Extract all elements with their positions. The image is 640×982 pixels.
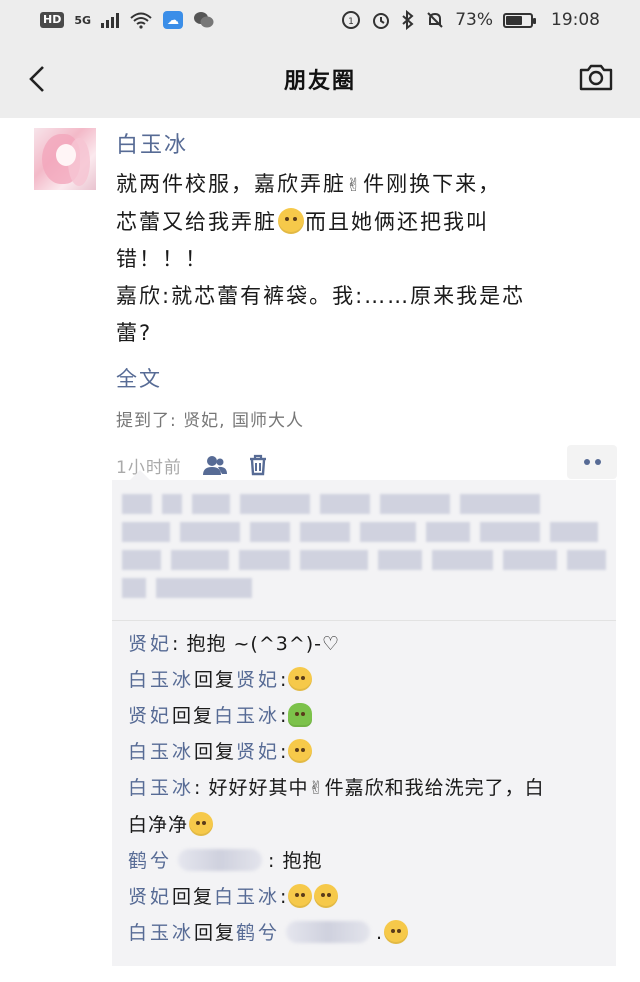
battery-level — [506, 15, 522, 25]
visibility-people-icon[interactable] — [202, 454, 228, 476]
hand-emoji-icon: ✌ — [308, 778, 325, 799]
post-body: 白玉冰 就两件校服，嘉欣弄脏✌件刚换下来， 芯蕾又给我弄脏 而且她俩还把我叫 错！… — [116, 118, 617, 482]
comment-text: 抱抱 ~(^3^)-♡ — [186, 633, 341, 655]
status-right: 1 73% 19:08 — [341, 10, 600, 30]
status-left: HD 5G ☁ — [40, 11, 215, 29]
reply-label: 回复 — [194, 922, 237, 944]
reply-label: 回复 — [194, 741, 237, 763]
comment-sep: : — [280, 669, 288, 691]
comment-item[interactable]: 白玉冰: 好好好其中✌件嘉欣和我给洗完了，白白净净 — [128, 770, 608, 843]
battery-icon — [503, 12, 536, 28]
commenter-name[interactable]: 白玉冰 — [128, 741, 194, 763]
trash-icon[interactable] — [248, 454, 268, 476]
mentioned-users: 提到了: 贤妃, 国师大人 — [116, 411, 304, 431]
sad-emoji-icon — [288, 739, 313, 763]
reply-to-name[interactable]: 白玉冰 — [214, 886, 280, 908]
bluetooth-icon — [402, 10, 414, 30]
comment-item[interactable]: 贤妃: 抱抱 ~(^3^)-♡ — [128, 626, 608, 662]
content-line: 就两件校服，嘉欣弄脏✌件刚换下来， — [116, 166, 616, 204]
likes-list-blurred — [122, 486, 606, 612]
commenter-name[interactable]: 鹤兮 — [128, 850, 172, 872]
smile-emoji-icon — [288, 667, 313, 691]
full-text-link[interactable]: 全文 — [116, 364, 616, 394]
wifi-icon — [130, 12, 152, 29]
comment-item[interactable]: 白玉冰回复鹤兮. — [128, 915, 608, 951]
wechat-icon — [194, 12, 214, 28]
avatar[interactable] — [34, 128, 96, 190]
commenter-name[interactable]: 白玉冰 — [128, 922, 194, 944]
content-line: 芯蕾又给我弄脏 而且她俩还把我叫 — [116, 204, 616, 241]
comment-text: 件嘉欣和我给洗完了，白 — [324, 777, 545, 799]
blurred-name — [178, 849, 263, 871]
hand-emoji-icon: ✌ — [346, 175, 364, 196]
comment-sep: : — [280, 886, 288, 908]
data-saver-icon: 1 — [342, 11, 361, 29]
shy-emoji-icon — [288, 884, 313, 908]
comment-text: 好好好其中 — [208, 777, 309, 799]
cloud-icon: ☁ — [163, 11, 184, 29]
comment-item[interactable]: 鹤兮 : 抱抱 — [128, 843, 608, 879]
comment-text: 白净净 — [128, 814, 189, 836]
commenter-name[interactable]: 贤妃 — [128, 633, 172, 655]
comment-item[interactable]: 贤妃回复白玉冰: — [128, 879, 608, 915]
reply-to-name[interactable]: 贤妃 — [236, 669, 280, 691]
comment-list: 贤妃: 抱抱 ~(^3^)-♡ 白玉冰回复贤妃: 贤妃回复白玉冰: 白玉冰回复贤… — [128, 626, 608, 951]
battery-percent: 73% — [455, 10, 493, 30]
alarm-icon — [373, 13, 390, 29]
comment-item[interactable]: 贤妃回复白玉冰: — [128, 698, 608, 734]
hd-indicator: HD — [40, 12, 65, 28]
yawn-emoji-icon — [189, 812, 214, 836]
reply-to-name[interactable]: 白玉冰 — [214, 705, 280, 727]
comment-text: : 抱抱 — [268, 850, 323, 872]
reply-label: 回复 — [194, 669, 237, 691]
content-text: 件刚换下来， — [363, 172, 502, 196]
comment-sep: : — [280, 705, 288, 727]
camera-icon[interactable] — [578, 62, 614, 96]
content-text: 而且她俩还把我叫 — [305, 210, 489, 234]
post-content: 就两件校服，嘉欣弄脏✌件刚换下来， 芯蕾又给我弄脏 而且她俩还把我叫 错！！！ 嘉… — [116, 166, 616, 352]
grin-emoji-icon — [314, 884, 339, 908]
blush-emoji-icon — [384, 920, 409, 944]
content-text: 芯蕾又给我弄脏 — [116, 210, 277, 234]
network-type: 5G — [74, 13, 92, 27]
svg-text:1: 1 — [348, 17, 354, 27]
mute-icon — [427, 12, 443, 28]
comment-box: 贤妃: 抱抱 ~(^3^)-♡ 白玉冰回复贤妃: 贤妃回复白玉冰: 白玉冰回复贤… — [112, 470, 616, 966]
content-line: 错！！！ — [116, 247, 208, 271]
post-meta: 1小时前 — [116, 445, 617, 482]
content-line: 嘉欣:就芯蕾有裤袋。我:……原来我是芯 — [116, 284, 526, 308]
commenter-name[interactable]: 贤妃 — [128, 705, 172, 727]
chevron-left-icon[interactable] — [20, 62, 54, 96]
reply-label: 回复 — [172, 886, 215, 908]
comment-sep: : — [172, 633, 187, 655]
content-text: 就两件校服，嘉欣弄脏 — [116, 172, 346, 196]
reply-to-name[interactable]: 贤妃 — [236, 741, 280, 763]
page-title: 朋友圈 — [283, 69, 356, 94]
commenter-name[interactable]: 贤妃 — [128, 886, 172, 908]
comment-sep: : — [280, 741, 288, 763]
comment-item[interactable]: 白玉冰回复贤妃: — [128, 734, 608, 770]
nav-bar: 朋友圈 — [0, 40, 640, 118]
clock: 19:08 — [551, 10, 600, 30]
smile-emoji-icon — [278, 208, 304, 234]
status-bar: HD 5G ☁ 1 73% 19:08 — [0, 0, 640, 40]
signal-icon — [101, 12, 120, 28]
commenter-name[interactable]: 白玉冰 — [128, 669, 194, 691]
divider — [112, 620, 616, 621]
more-actions-button[interactable] — [567, 445, 617, 479]
comment-sep: . — [376, 922, 384, 944]
blurred-name — [286, 921, 371, 943]
reply-label: 回复 — [172, 705, 215, 727]
reply-to-name[interactable]: 鹤兮 — [236, 922, 280, 944]
post-author[interactable]: 白玉冰 — [116, 132, 616, 160]
content-line: 蕾? — [116, 321, 153, 345]
comment-sep: : — [194, 777, 209, 799]
comment-item[interactable]: 白玉冰回复贤妃: — [128, 662, 608, 698]
commenter-name[interactable]: 白玉冰 — [128, 777, 194, 799]
hug-emoji-icon — [288, 703, 313, 727]
